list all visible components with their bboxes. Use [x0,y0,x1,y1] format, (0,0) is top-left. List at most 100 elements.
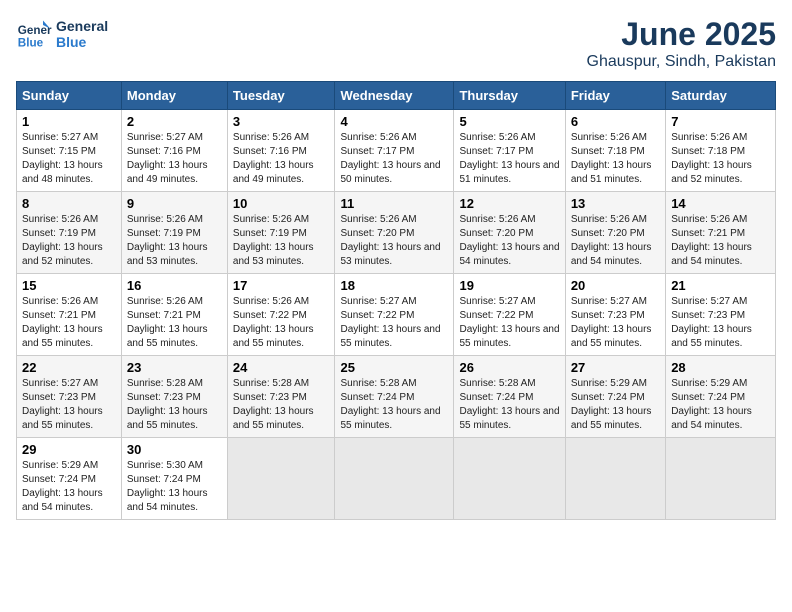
page-header: General Blue General Blue June 2025 Ghau… [16,16,776,71]
day-number: 4 [340,114,448,129]
calendar-cell: 10 Sunrise: 5:26 AMSunset: 7:19 PMDaylig… [227,192,335,274]
calendar-cell: 7 Sunrise: 5:26 AMSunset: 7:18 PMDayligh… [666,110,776,192]
calendar-cell: 19 Sunrise: 5:27 AMSunset: 7:22 PMDaylig… [454,274,565,356]
calendar-cell: 18 Sunrise: 5:27 AMSunset: 7:22 PMDaylig… [335,274,454,356]
day-info: Sunrise: 5:26 AMSunset: 7:16 PMDaylight:… [233,132,314,185]
day-info: Sunrise: 5:26 AMSunset: 7:20 PMDaylight:… [340,214,440,267]
calendar-cell: 9 Sunrise: 5:26 AMSunset: 7:19 PMDayligh… [121,192,227,274]
calendar-cell: 29 Sunrise: 5:29 AMSunset: 7:24 PMDaylig… [17,438,122,520]
day-number: 19 [459,278,559,293]
calendar-cell [454,438,565,520]
day-info: Sunrise: 5:30 AMSunset: 7:24 PMDaylight:… [127,460,208,513]
col-sunday: Sunday [17,82,122,110]
svg-text:Blue: Blue [18,37,44,50]
day-number: 28 [671,360,770,375]
month-title: June 2025 [587,16,776,53]
day-info: Sunrise: 5:27 AMSunset: 7:22 PMDaylight:… [340,296,440,349]
day-info: Sunrise: 5:26 AMSunset: 7:18 PMDaylight:… [571,132,652,185]
day-info: Sunrise: 5:26 AMSunset: 7:18 PMDaylight:… [671,132,752,185]
header-row: Sunday Monday Tuesday Wednesday Thursday… [17,82,776,110]
day-info: Sunrise: 5:26 AMSunset: 7:19 PMDaylight:… [22,214,103,267]
day-info: Sunrise: 5:26 AMSunset: 7:17 PMDaylight:… [340,132,440,185]
day-number: 23 [127,360,222,375]
day-number: 9 [127,196,222,211]
day-info: Sunrise: 5:26 AMSunset: 7:22 PMDaylight:… [233,296,314,349]
calendar-cell [565,438,665,520]
day-info: Sunrise: 5:26 AMSunset: 7:21 PMDaylight:… [671,214,752,267]
calendar-cell: 1 Sunrise: 5:27 AMSunset: 7:15 PMDayligh… [17,110,122,192]
day-number: 3 [233,114,330,129]
day-number: 27 [571,360,660,375]
day-info: Sunrise: 5:27 AMSunset: 7:15 PMDaylight:… [22,132,103,185]
day-info: Sunrise: 5:26 AMSunset: 7:21 PMDaylight:… [22,296,103,349]
calendar-cell: 30 Sunrise: 5:30 AMSunset: 7:24 PMDaylig… [121,438,227,520]
logo-blue: Blue [56,34,108,50]
day-info: Sunrise: 5:26 AMSunset: 7:20 PMDaylight:… [571,214,652,267]
day-info: Sunrise: 5:27 AMSunset: 7:22 PMDaylight:… [459,296,559,349]
day-number: 16 [127,278,222,293]
day-info: Sunrise: 5:26 AMSunset: 7:21 PMDaylight:… [127,296,208,349]
day-number: 29 [22,442,116,457]
day-number: 30 [127,442,222,457]
calendar-cell: 13 Sunrise: 5:26 AMSunset: 7:20 PMDaylig… [565,192,665,274]
calendar-cell: 15 Sunrise: 5:26 AMSunset: 7:21 PMDaylig… [17,274,122,356]
logo-general: General [56,18,108,34]
calendar-row: 29 Sunrise: 5:29 AMSunset: 7:24 PMDaylig… [17,438,776,520]
day-info: Sunrise: 5:27 AMSunset: 7:16 PMDaylight:… [127,132,208,185]
col-tuesday: Tuesday [227,82,335,110]
calendar-cell: 5 Sunrise: 5:26 AMSunset: 7:17 PMDayligh… [454,110,565,192]
calendar-row: 15 Sunrise: 5:26 AMSunset: 7:21 PMDaylig… [17,274,776,356]
day-info: Sunrise: 5:28 AMSunset: 7:24 PMDaylight:… [459,378,559,431]
day-info: Sunrise: 5:27 AMSunset: 7:23 PMDaylight:… [671,296,752,349]
calendar-row: 1 Sunrise: 5:27 AMSunset: 7:15 PMDayligh… [17,110,776,192]
calendar-cell: 27 Sunrise: 5:29 AMSunset: 7:24 PMDaylig… [565,356,665,438]
calendar-cell: 23 Sunrise: 5:28 AMSunset: 7:23 PMDaylig… [121,356,227,438]
calendar-cell: 24 Sunrise: 5:28 AMSunset: 7:23 PMDaylig… [227,356,335,438]
day-info: Sunrise: 5:29 AMSunset: 7:24 PMDaylight:… [22,460,103,513]
col-wednesday: Wednesday [335,82,454,110]
day-number: 15 [22,278,116,293]
day-info: Sunrise: 5:28 AMSunset: 7:24 PMDaylight:… [340,378,440,431]
day-info: Sunrise: 5:27 AMSunset: 7:23 PMDaylight:… [22,378,103,431]
day-number: 14 [671,196,770,211]
calendar-cell: 3 Sunrise: 5:26 AMSunset: 7:16 PMDayligh… [227,110,335,192]
calendar-cell: 4 Sunrise: 5:26 AMSunset: 7:17 PMDayligh… [335,110,454,192]
col-thursday: Thursday [454,82,565,110]
day-info: Sunrise: 5:29 AMSunset: 7:24 PMDaylight:… [671,378,752,431]
calendar-cell: 21 Sunrise: 5:27 AMSunset: 7:23 PMDaylig… [666,274,776,356]
day-number: 17 [233,278,330,293]
day-number: 11 [340,196,448,211]
col-friday: Friday [565,82,665,110]
calendar-cell: 16 Sunrise: 5:26 AMSunset: 7:21 PMDaylig… [121,274,227,356]
day-number: 26 [459,360,559,375]
day-number: 20 [571,278,660,293]
day-number: 2 [127,114,222,129]
day-number: 10 [233,196,330,211]
day-number: 7 [671,114,770,129]
calendar-cell: 26 Sunrise: 5:28 AMSunset: 7:24 PMDaylig… [454,356,565,438]
calendar-cell: 14 Sunrise: 5:26 AMSunset: 7:21 PMDaylig… [666,192,776,274]
calendar-row: 22 Sunrise: 5:27 AMSunset: 7:23 PMDaylig… [17,356,776,438]
calendar-cell: 6 Sunrise: 5:26 AMSunset: 7:18 PMDayligh… [565,110,665,192]
day-number: 8 [22,196,116,211]
calendar-cell: 2 Sunrise: 5:27 AMSunset: 7:16 PMDayligh… [121,110,227,192]
logo: General Blue General Blue [16,16,108,52]
calendar-cell: 12 Sunrise: 5:26 AMSunset: 7:20 PMDaylig… [454,192,565,274]
day-number: 25 [340,360,448,375]
day-number: 22 [22,360,116,375]
day-number: 1 [22,114,116,129]
day-number: 12 [459,196,559,211]
day-number: 6 [571,114,660,129]
calendar-row: 8 Sunrise: 5:26 AMSunset: 7:19 PMDayligh… [17,192,776,274]
day-number: 18 [340,278,448,293]
day-info: Sunrise: 5:26 AMSunset: 7:19 PMDaylight:… [233,214,314,267]
calendar-cell: 17 Sunrise: 5:26 AMSunset: 7:22 PMDaylig… [227,274,335,356]
day-info: Sunrise: 5:29 AMSunset: 7:24 PMDaylight:… [571,378,652,431]
day-number: 24 [233,360,330,375]
calendar-cell: 8 Sunrise: 5:26 AMSunset: 7:19 PMDayligh… [17,192,122,274]
day-info: Sunrise: 5:27 AMSunset: 7:23 PMDaylight:… [571,296,652,349]
calendar-body: 1 Sunrise: 5:27 AMSunset: 7:15 PMDayligh… [17,110,776,520]
calendar-cell [227,438,335,520]
calendar-cell: 20 Sunrise: 5:27 AMSunset: 7:23 PMDaylig… [565,274,665,356]
calendar-cell: 25 Sunrise: 5:28 AMSunset: 7:24 PMDaylig… [335,356,454,438]
